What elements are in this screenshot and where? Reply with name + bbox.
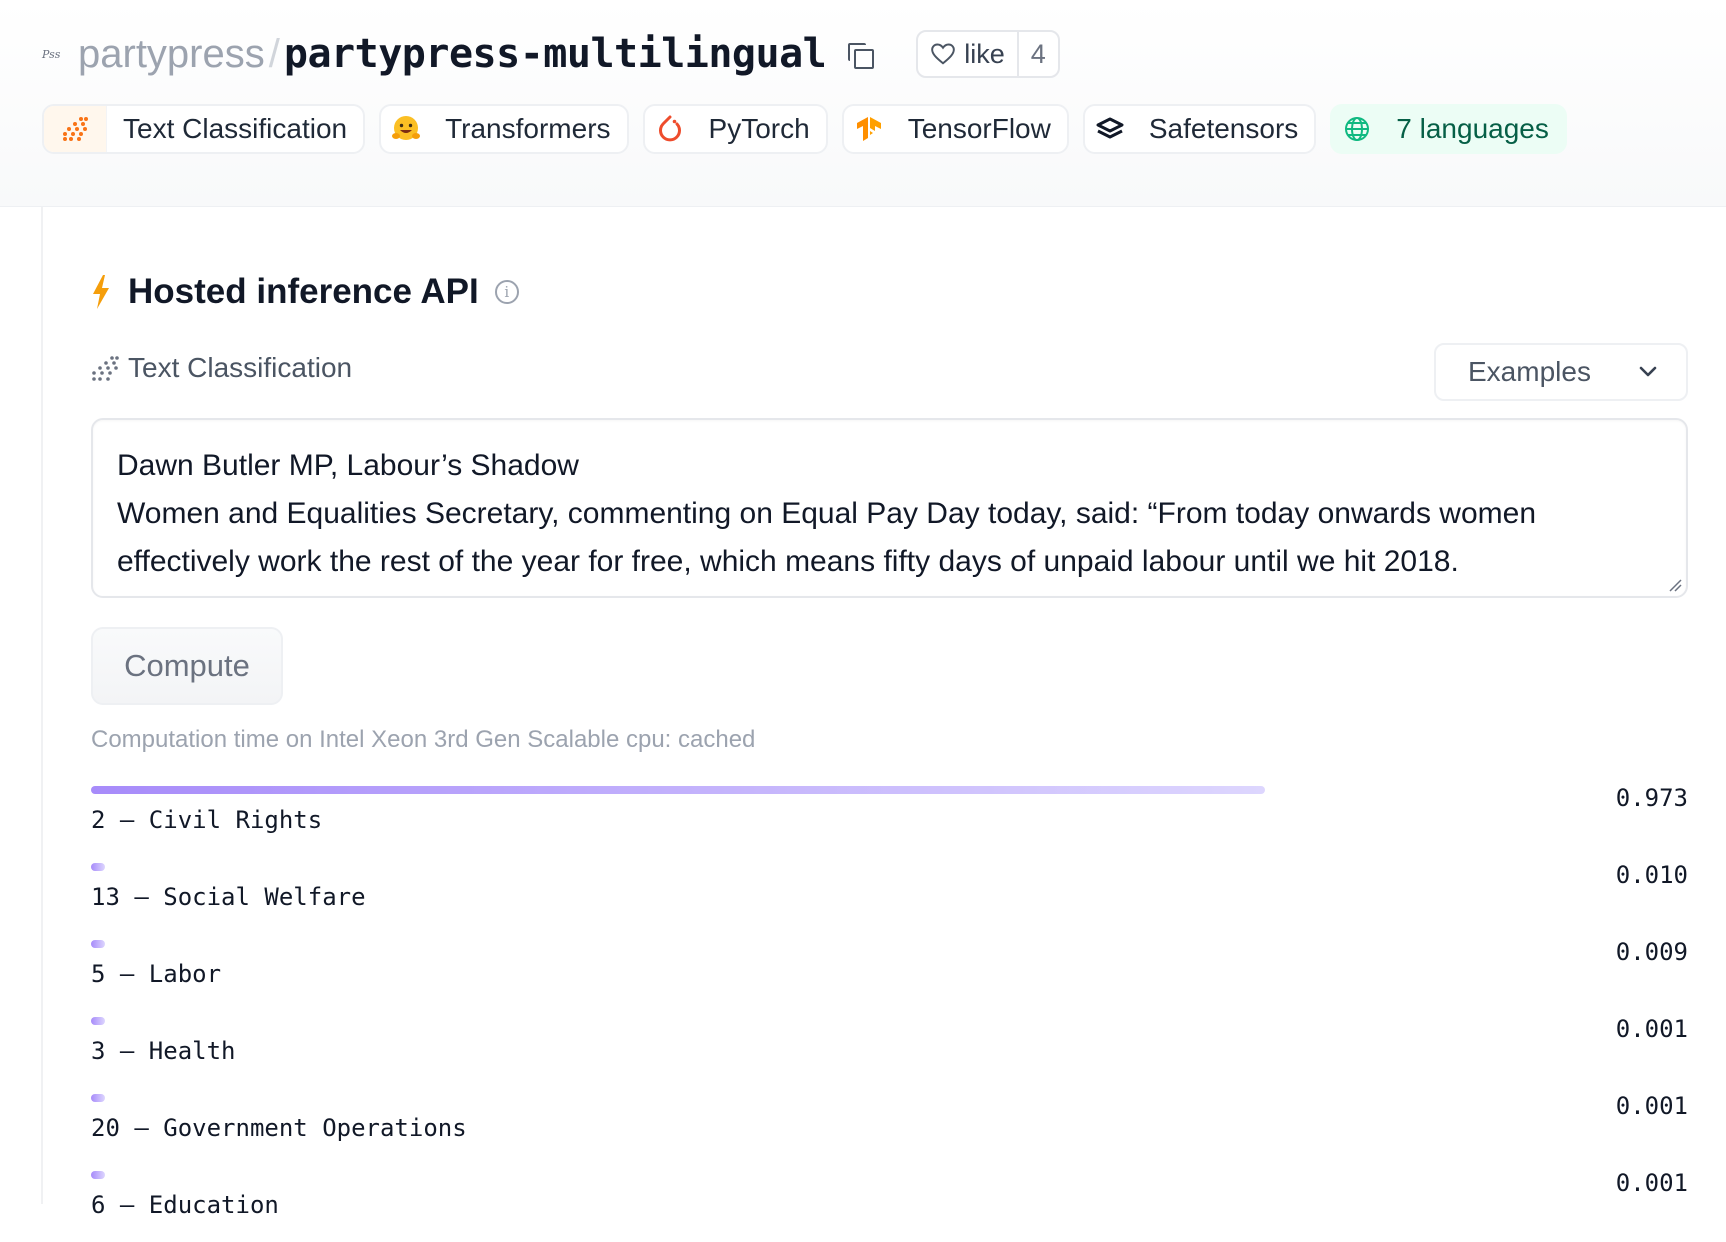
heart-icon (931, 43, 956, 65)
like-count[interactable]: 4 (1016, 32, 1058, 76)
computation-time: Computation time on Intel Xeon 3rd Gen S… (91, 726, 756, 753)
inference-api-title: Hosted inference API (128, 272, 479, 311)
result-label: 3 – Health (91, 1037, 236, 1065)
tag-pytorch[interactable]: PyTorch (642, 104, 828, 154)
tag-label: Transformers (445, 113, 611, 144)
tag-label: TensorFlow (907, 113, 1051, 144)
like-button[interactable]: like 4 (916, 30, 1060, 78)
examples-dropdown[interactable]: Examples (1434, 343, 1688, 401)
copy-icon[interactable] (844, 39, 875, 69)
input-line: Women and Equalities Secretary, commenti… (117, 497, 1537, 530)
model-header: Pss partypress / partypress-multilingual… (0, 0, 1726, 207)
input-line: effectively work the rest of the year fo… (117, 545, 1459, 578)
text-classification-icon (44, 106, 107, 152)
tag-label: 7 languages (1396, 113, 1549, 144)
task-label: Text Classification (128, 352, 353, 383)
result-score: 0.010 (1615, 861, 1688, 889)
task-type: Text Classification (90, 352, 352, 384)
input-line: Dawn Butler MP, Labour’s Shadow (117, 449, 579, 482)
results-list: 2 – Civil Rights 0.973 13 – Social Welfare… (91, 780, 1688, 1242)
tag-label: PyTorch (708, 113, 810, 144)
repo-name-link[interactable]: partypress-multilingual (284, 31, 827, 77)
compute-button[interactable]: Compute (91, 627, 283, 705)
tag-tensorflow[interactable]: TensorFlow (841, 104, 1069, 154)
result-score: 0.001 (1615, 1169, 1688, 1197)
content-divider (41, 207, 43, 1204)
like-label: like (964, 38, 1005, 69)
tag-transformers[interactable]: Transformers (379, 104, 629, 154)
tag-label: Safetensors (1148, 113, 1299, 144)
text-classification-icon (92, 356, 119, 381)
like-toggle[interactable]: like (918, 32, 1017, 76)
pytorch-icon (645, 106, 695, 152)
result-label: 6 – Education (91, 1191, 279, 1219)
result-score: 0.001 (1615, 1092, 1688, 1120)
result-row: 13 – Social Welfare 0.010 (91, 857, 1688, 934)
result-score: 0.001 (1615, 1015, 1688, 1043)
tag-safetensors[interactable]: Safetensors (1082, 104, 1317, 154)
tag-languages[interactable]: 7 languages (1330, 104, 1567, 154)
result-row: 3 – Health 0.001 (91, 1011, 1688, 1088)
result-label: 2 – Civil Rights (91, 806, 323, 834)
path-separator: / (268, 31, 280, 76)
safetensors-icon (1085, 106, 1135, 152)
examples-label: Examples (1468, 356, 1591, 387)
result-label: 5 – Labor (91, 960, 222, 988)
tensorflow-icon (844, 106, 894, 152)
score-bar (91, 1094, 105, 1102)
result-score: 0.009 (1615, 938, 1688, 966)
score-bar (91, 1171, 105, 1179)
info-icon[interactable]: i (494, 280, 519, 304)
tag-text-classification[interactable]: Text Classification (42, 104, 366, 154)
result-row: 5 – Labor 0.009 (91, 934, 1688, 1011)
result-row: 2 – Civil Rights 0.973 (91, 780, 1688, 857)
model-tags: Text Classification Transformers PyTorch… (42, 104, 1567, 154)
result-label: 13 – Social Welfare (91, 883, 366, 911)
inference-api-heading: Hosted inference API i (90, 272, 519, 312)
model-title-row: Pss partypress / partypress-multilingual… (42, 26, 1060, 82)
score-bar (91, 940, 105, 948)
result-row: 20 – Government Operations 0.001 (91, 1088, 1688, 1165)
result-score: 0.973 (1615, 784, 1688, 812)
org-name-link[interactable]: partypress (78, 32, 265, 77)
globe-icon (1332, 106, 1382, 152)
lightning-icon (93, 275, 109, 309)
resize-handle-icon[interactable] (1668, 578, 1682, 592)
input-textarea[interactable]: Dawn Butler MP, Labour’s Shadow Women an… (91, 418, 1688, 598)
score-bar (91, 786, 1266, 794)
result-label: 20 – Government Operations (91, 1114, 467, 1142)
tag-label: Text Classification (123, 113, 348, 144)
org-avatar[interactable]: Pss (42, 48, 64, 61)
score-bar (91, 1017, 105, 1025)
hugging-face-icon (381, 106, 431, 152)
score-bar (91, 863, 105, 871)
chevron-down-icon (1639, 366, 1657, 377)
